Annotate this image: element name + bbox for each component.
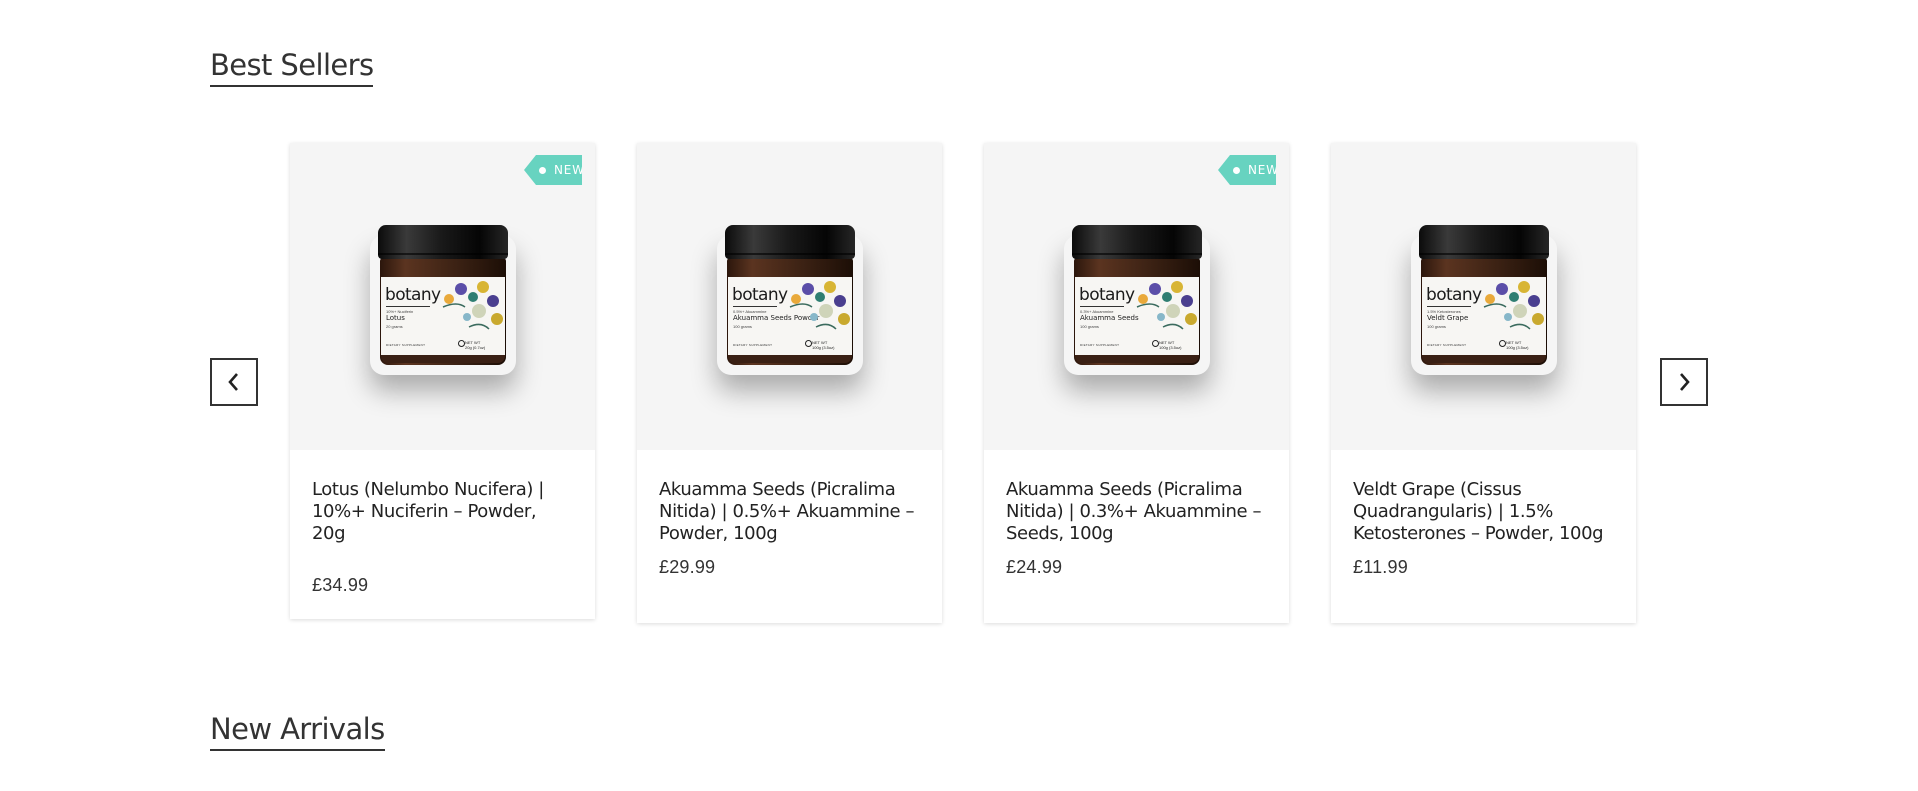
scale-icon (458, 340, 465, 347)
product-name[interactable]: Akuamma Seeds (Picralima Nitida) | 0.5%+… (659, 479, 920, 545)
carousel-prev-button[interactable] (210, 358, 258, 406)
flower-illustration (1136, 281, 1197, 330)
chevron-right-icon (1680, 373, 1690, 391)
product-price: £24.99 (1006, 557, 1063, 577)
scale-icon (1499, 340, 1506, 347)
product-jar: botany 0.5%+ Akuammine Akuamma Seeds Pow… (725, 225, 855, 365)
jar-brand: botany (385, 285, 441, 305)
product-card[interactable]: botany 0.5%+ Akuammine Akuamma Seeds Pow… (637, 143, 942, 623)
jar-grams: 100 grams (733, 324, 752, 329)
jar-product: Veldt Grape (1427, 314, 1469, 322)
flower-illustration (1483, 281, 1544, 330)
jar-footer: DIETARY SUPPLEMENT (1080, 343, 1120, 347)
carousel-next-button[interactable] (1660, 358, 1708, 406)
scale-icon (1152, 340, 1159, 347)
jar-product: Lotus (386, 314, 405, 322)
new-arrivals-title: New Arrivals (210, 712, 385, 751)
jar-footer: DIETARY SUPPLEMENT (1427, 343, 1467, 347)
product-card[interactable]: NEW botany 10%+ Nuciferin Lotus 20 grams… (290, 143, 595, 619)
flower-illustration (442, 281, 503, 330)
flower-illustration (789, 281, 850, 330)
badge-label: NEW (1248, 163, 1279, 177)
product-price: £34.99 (312, 575, 369, 595)
scale-icon (805, 340, 812, 347)
best-sellers-carousel: NEW botany 10%+ Nuciferin Lotus 20 grams… (290, 143, 1636, 623)
badge-label: NEW (554, 163, 585, 177)
product-name[interactable]: Akuamma Seeds (Picralima Nitida) | 0.3%+… (1006, 479, 1267, 545)
jar-footer: DIETARY SUPPLEMENT (733, 343, 773, 347)
product-image[interactable]: NEW botany 0.3%+ Akuammine Akuamma Seeds… (984, 143, 1289, 450)
badge-dot-icon (1233, 167, 1240, 174)
product-card[interactable]: botany 1.5% Ketosterones Veldt Grape 100… (1331, 143, 1636, 623)
jar-brand: botany (1079, 285, 1135, 305)
jar-footer: DIETARY SUPPLEMENT (386, 343, 426, 347)
jar-net: NET WT 100g (3.5oz) (1159, 340, 1182, 350)
product-name[interactable]: Lotus (Nelumbo Nucifera) | 10%+ Nuciferi… (312, 479, 573, 545)
jar-brand: botany (732, 285, 788, 305)
badge-dot-icon (539, 167, 546, 174)
jar-net: NET WT 100g (3.5oz) (1506, 340, 1529, 350)
jar-product: Akuamma Seeds (1080, 314, 1139, 322)
product-image[interactable]: botany 0.5%+ Akuammine Akuamma Seeds Pow… (637, 143, 942, 450)
jar-brand: botany (1426, 285, 1482, 305)
product-card[interactable]: NEW botany 0.3%+ Akuammine Akuamma Seeds… (984, 143, 1289, 623)
jar-net: NET WT 100g (3.5oz) (812, 340, 835, 350)
jar-grams: 100 grams (1427, 324, 1446, 329)
new-badge: NEW (524, 155, 582, 185)
best-sellers-title: Best Sellers (210, 48, 374, 87)
chevron-left-icon (228, 373, 238, 391)
jar-grams: 100 grams (1080, 324, 1099, 329)
new-badge: NEW (1218, 155, 1276, 185)
jar-grams: 20 grams (386, 324, 403, 329)
product-jar: botany 0.3%+ Akuammine Akuamma Seeds 100… (1072, 225, 1202, 365)
product-image[interactable]: NEW botany 10%+ Nuciferin Lotus 20 grams… (290, 143, 595, 450)
product-name[interactable]: Veldt Grape (Cissus Quadrangularis) | 1.… (1353, 479, 1614, 545)
product-jar: botany 10%+ Nuciferin Lotus 20 grams DIE… (378, 225, 508, 365)
product-price: £29.99 (659, 557, 716, 577)
product-price: £11.99 (1353, 557, 1408, 577)
jar-net: NET WT 20g (0.7oz) (465, 340, 486, 350)
product-jar: botany 1.5% Ketosterones Veldt Grape 100… (1419, 225, 1549, 365)
product-image[interactable]: botany 1.5% Ketosterones Veldt Grape 100… (1331, 143, 1636, 450)
